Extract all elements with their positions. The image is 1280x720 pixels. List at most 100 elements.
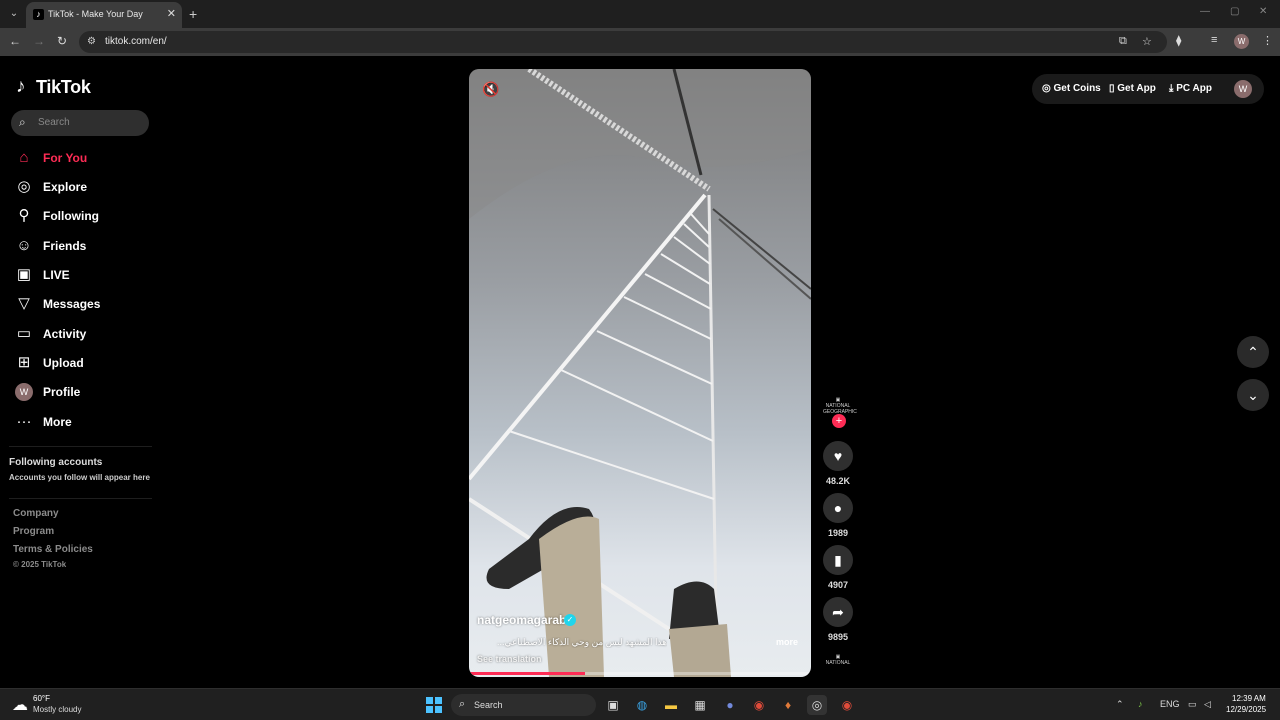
microphone-icon[interactable]: ♪ (1138, 699, 1143, 709)
weather-cloud-icon[interactable]: ☁ (12, 695, 28, 715)
footer-link-company[interactable]: Company (13, 508, 59, 519)
language-indicator[interactable]: ENG (1160, 699, 1180, 709)
back-icon[interactable]: ← (9, 34, 21, 48)
sidebar-item-label: For You (43, 151, 88, 165)
like-count: 48.2K (825, 476, 851, 486)
copyright-text: © 2025 TikTok (13, 560, 67, 569)
live-icon: ▣ (16, 266, 32, 283)
store-icon[interactable]: ▦ (690, 695, 710, 715)
edge-icon[interactable]: ◍ (632, 695, 652, 715)
file-explorer-icon[interactable]: ▬ (661, 695, 681, 715)
install-app-icon[interactable]: ⧉ (1119, 35, 1127, 48)
weather-temperature[interactable]: 60°F (33, 694, 50, 703)
search-input[interactable]: ⌕ Search (11, 110, 149, 136)
caption-more-button[interactable]: more (776, 637, 798, 647)
sidebar-item-label: LIVE (43, 268, 70, 282)
network-icon[interactable]: ▭ (1188, 699, 1197, 710)
reload-icon[interactable]: ↻ (57, 34, 67, 48)
url-text[interactable]: tiktok.com/en/ (105, 36, 167, 47)
footer-link-program[interactable]: Program (13, 526, 54, 537)
follow-plus-button[interactable]: + (832, 414, 846, 428)
browser-menu-icon[interactable]: ⋮ (1262, 34, 1273, 47)
weather-description[interactable]: Mostly cloudy (33, 705, 81, 714)
chrome-icon[interactable]: ◉ (749, 695, 769, 715)
comment-button[interactable]: ● (823, 493, 853, 523)
tiktok-logo[interactable]: ♪ TikTok (16, 76, 91, 98)
sidebar-item-profile[interactable]: W Profile (15, 381, 155, 403)
compass-icon: ◎ (17, 178, 31, 195)
microphone-app-icon[interactable]: ♦ (778, 695, 798, 715)
video-progress-bar[interactable] (469, 672, 811, 675)
chrome-profile-icon[interactable]: ◉ (837, 695, 857, 715)
sidebar-item-activity[interactable]: ▭ Activity (15, 323, 155, 345)
close-window-button[interactable]: ✕ (1259, 6, 1267, 17)
discord-icon[interactable]: ● (720, 695, 740, 715)
maximize-button[interactable]: ▢ (1230, 6, 1239, 17)
sidebar-item-label: Friends (43, 239, 87, 253)
new-tab-button[interactable]: + (189, 6, 197, 22)
next-video-button[interactable]: ⌄ (1237, 379, 1269, 411)
heart-icon: ♥ (833, 448, 843, 464)
browser-tab[interactable]: ♪ TikTok - Make Your Day ✕ (26, 2, 182, 28)
chevron-down-icon: ⌄ (1247, 387, 1259, 403)
following-accounts-subtitle: Accounts you follow will appear here (9, 473, 150, 482)
sidebar-item-label: Profile (43, 385, 81, 399)
windows-start-button[interactable] (426, 697, 442, 713)
get-coins-button[interactable]: ◎ Get Coins (1042, 83, 1101, 94)
tiktok-note-icon: ♪ (16, 76, 26, 97)
volume-icon[interactable]: ◁ (1204, 699, 1211, 710)
browser-profile-avatar[interactable]: W (1234, 34, 1249, 49)
close-tab-icon[interactable]: ✕ (167, 7, 176, 20)
sidebar-item-following[interactable]: ⚲ Following (15, 205, 155, 227)
tab-search-button[interactable]: ⌄ (5, 5, 23, 23)
sidebar-item-friends[interactable]: ☺ Friends (15, 235, 155, 257)
video-username[interactable]: natgeomagarab (477, 613, 566, 627)
chevron-up-icon: ⌃ (1247, 344, 1259, 360)
browser-titlebar: ⌄ ♪ TikTok - Make Your Day ✕ + — ▢ ✕ (0, 0, 1280, 28)
upload-icon: ⊞ (17, 354, 31, 371)
extensions-icon[interactable]: ⧫ (1176, 34, 1181, 47)
following-accounts-title: Following accounts (9, 457, 103, 468)
sidebar-item-for-you[interactable]: ⌂ For You (15, 147, 155, 169)
mute-icon[interactable]: 🔇 (482, 81, 499, 98)
video-caption: هذا المشهد ليس من وحي الذكاء الاصطناعي..… (496, 637, 667, 647)
sidebar-item-upload[interactable]: ⊞ Upload (15, 352, 155, 374)
video-player[interactable]: 🔇 natgeomagarab ✓ هذا المشهد ليس من وحي … (469, 69, 811, 677)
clock-date[interactable]: 12/29/2025 (1226, 705, 1266, 714)
tab-title: TikTok - Make Your Day (48, 9, 143, 19)
sidebar-item-label: Messages (43, 297, 101, 311)
search-icon: ⌕ (19, 115, 26, 129)
sidebar-item-messages[interactable]: ▽ Messages (15, 293, 155, 315)
media-controls-icon[interactable]: ≡ (1211, 34, 1217, 46)
share-icon: ➦ (832, 604, 844, 620)
music-disc-icon[interactable]: ▣ NATIONAL (823, 654, 853, 670)
pc-app-button[interactable]: ⤓ PC App (1169, 83, 1212, 94)
sidebar-item-label: Explore (43, 180, 88, 194)
site-info-icon[interactable]: ⚙ (87, 36, 96, 47)
search-icon: ⌕ (459, 698, 466, 710)
task-view-icon[interactable]: ▣ (603, 695, 623, 715)
logo-text: TikTok (36, 77, 91, 97)
previous-video-button[interactable]: ⌃ (1237, 336, 1269, 368)
bookmark-star-icon[interactable]: ☆ (1142, 35, 1152, 48)
sidebar-item-label: Activity (43, 327, 87, 341)
active-app-icon[interactable]: ◎ (807, 695, 827, 715)
sidebar-item-more[interactable]: ··· More (15, 411, 155, 433)
minimize-button[interactable]: — (1200, 6, 1210, 17)
taskbar-search[interactable]: ⌕ Search (451, 694, 596, 716)
address-bar[interactable]: ⚙ tiktok.com/en/ ⧉ ☆ (79, 31, 1167, 53)
sidebar-item-explore[interactable]: ◎ Explore (15, 176, 155, 198)
show-hidden-icons[interactable]: ⌃ (1116, 699, 1124, 710)
clock-time[interactable]: 12:39 AM (1232, 694, 1266, 703)
see-translation-link[interactable]: See translation (477, 654, 542, 664)
share-count: 9895 (827, 632, 849, 642)
user-avatar[interactable]: W (1234, 80, 1252, 98)
comment-count: 1989 (827, 528, 849, 538)
share-button[interactable]: ➦ (823, 597, 853, 627)
forward-icon[interactable]: → (33, 34, 45, 48)
footer-link-terms[interactable]: Terms & Policies (13, 544, 93, 555)
sidebar-item-live[interactable]: ▣ LIVE (15, 264, 155, 286)
get-app-button[interactable]: ▯ Get App (1109, 83, 1156, 94)
like-button[interactable]: ♥ (823, 441, 853, 471)
save-button[interactable]: ▮ (823, 545, 853, 575)
